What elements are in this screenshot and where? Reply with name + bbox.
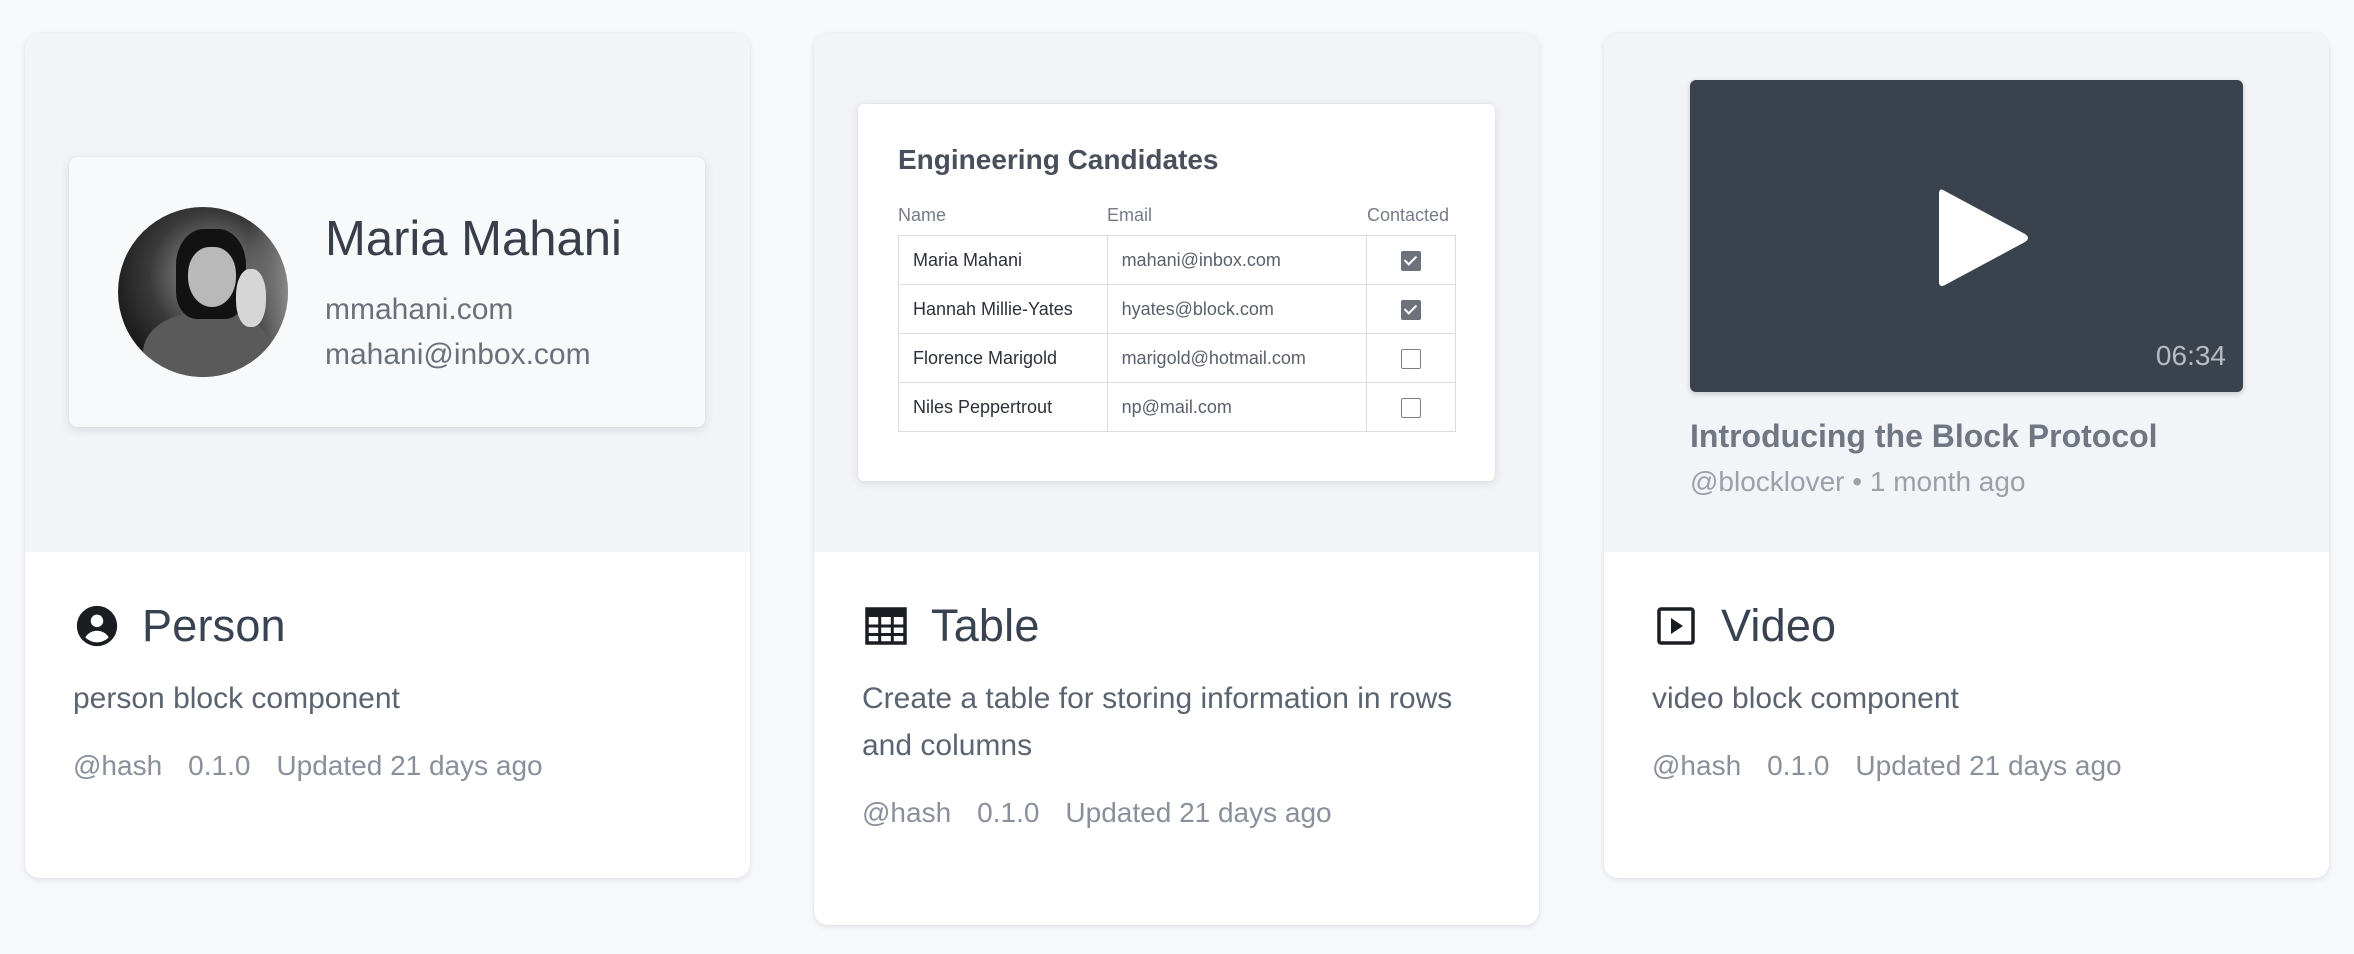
cell-name: Niles Peppertrout <box>898 382 1108 432</box>
video-block-preview: 06:34 Introducing the Block Protocol @bl… <box>1604 33 2329 552</box>
checkbox-unchecked[interactable] <box>1401 397 1422 418</box>
table-block-card[interactable]: Engineering Candidates Name Email Contac… <box>814 33 1539 925</box>
block-title: Video <box>1721 600 1837 651</box>
cell-contacted <box>1366 382 1456 432</box>
video-title: Introducing the Block Protocol <box>1690 418 2158 454</box>
cell-name: Maria Mahani <box>898 235 1108 285</box>
block-meta: @hash 0.1.0 Updated 21 days ago <box>73 750 702 782</box>
checkbox-unchecked[interactable] <box>1401 348 1422 369</box>
play-icon[interactable] <box>1935 184 2031 297</box>
block-gallery: Maria Mahani mmahani.com mahani@inbox.co… <box>0 0 2354 954</box>
table-block-preview: Engineering Candidates Name Email Contac… <box>814 33 1539 552</box>
cell-email: mahani@inbox.com <box>1106 235 1368 285</box>
video-block-info: Video video block component @hash 0.1.0 … <box>1604 598 2329 782</box>
person-email: mahani@inbox.com <box>325 338 591 371</box>
person-block-preview: Maria Mahani mmahani.com mahani@inbox.co… <box>25 33 750 552</box>
person-website: mmahani.com <box>325 293 514 326</box>
table-title: Engineering Candidates <box>898 144 1219 175</box>
block-meta: @hash 0.1.0 Updated 21 days ago <box>862 797 1491 829</box>
block-description: video block component <box>1652 682 1959 715</box>
block-description: Create a table for storing information i… <box>862 682 1453 762</box>
block-version: 0.1.0 <box>1767 750 1830 781</box>
block-updated: Updated 21 days ago <box>276 750 543 781</box>
cell-email: np@mail.com <box>1106 382 1368 432</box>
cell-contacted <box>1366 235 1456 285</box>
block-meta: @hash 0.1.0 Updated 21 days ago <box>1652 750 2281 782</box>
block-updated: Updated 21 days ago <box>1065 797 1332 828</box>
cell-email: marigold@hotmail.com <box>1106 333 1368 383</box>
person-block-card[interactable]: Maria Mahani mmahani.com mahani@inbox.co… <box>25 33 750 878</box>
person-block-info: Person person block component @hash 0.1.… <box>25 598 750 782</box>
block-description: person block component <box>73 682 400 715</box>
video-play-square-icon <box>1652 602 1700 650</box>
avatar <box>118 207 288 377</box>
column-header-email: Email <box>1107 205 1153 225</box>
video-meta: @blocklover • 1 month ago <box>1690 466 2026 497</box>
person-name: Maria Mahani <box>325 212 622 266</box>
video-player[interactable]: 06:34 <box>1690 80 2243 392</box>
column-header-contacted: Contacted <box>1367 205 1450 225</box>
block-title: Person <box>142 600 286 651</box>
table-row: Maria Mahani mahani@inbox.com <box>898 235 1456 285</box>
table-row: Niles Peppertrout np@mail.com <box>898 382 1456 432</box>
table-block-info: Table Create a table for storing informa… <box>814 598 1539 829</box>
cell-name: Hannah Millie-Yates <box>898 284 1108 334</box>
cell-email: hyates@block.com <box>1106 284 1368 334</box>
block-title: Table <box>931 600 1040 651</box>
block-updated: Updated 21 days ago <box>1855 750 2122 781</box>
video-duration: 06:34 <box>2155 340 2226 371</box>
block-author[interactable]: @hash <box>1652 750 1741 782</box>
column-header-name: Name <box>898 205 947 225</box>
cell-name: Florence Marigold <box>898 333 1108 383</box>
video-block-card[interactable]: 06:34 Introducing the Block Protocol @bl… <box>1604 33 2329 878</box>
block-version: 0.1.0 <box>977 797 1040 828</box>
block-version: 0.1.0 <box>188 750 251 781</box>
checkbox-checked[interactable] <box>1401 250 1422 271</box>
table-grid-icon <box>862 602 910 650</box>
block-author[interactable]: @hash <box>73 750 162 782</box>
block-author[interactable]: @hash <box>862 797 951 829</box>
checkbox-checked[interactable] <box>1401 299 1422 320</box>
table-row: Hannah Millie-Yates hyates@block.com <box>898 284 1456 334</box>
candidates-table: Maria Mahani mahani@inbox.com Hannah Milli… <box>898 235 1456 432</box>
person-profile-card: Maria Mahani mmahani.com mahani@inbox.co… <box>69 157 705 427</box>
cell-contacted <box>1366 284 1456 334</box>
person-circle-icon <box>73 602 121 650</box>
cell-contacted <box>1366 333 1456 383</box>
table-row: Florence Marigold marigold@hotmail.com <box>898 333 1456 383</box>
table-panel: Engineering Candidates Name Email Contac… <box>858 104 1495 481</box>
